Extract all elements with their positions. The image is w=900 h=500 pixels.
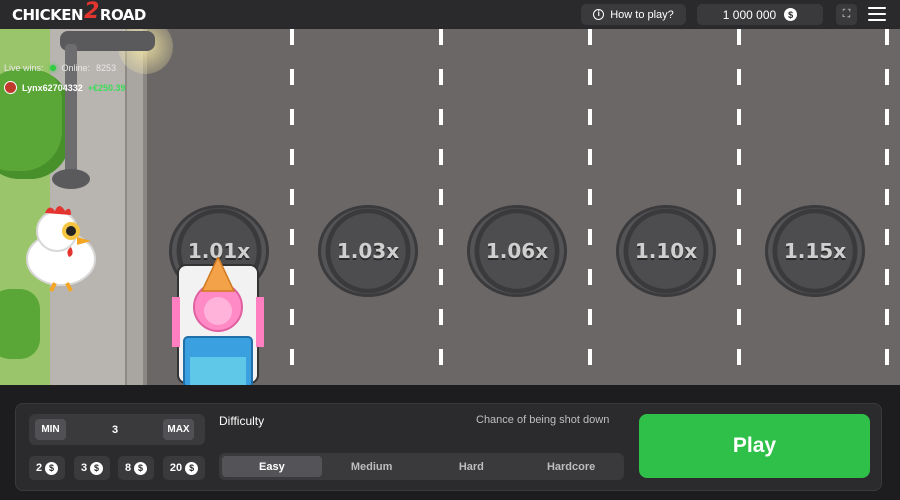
online-count: 8253: [96, 62, 117, 73]
difficulty-tab-easy[interactable]: Easy: [222, 456, 322, 477]
chance-label: Chance of being shot down: [476, 414, 610, 426]
street-lamp-base: [52, 169, 90, 189]
coin-icon: $: [45, 461, 59, 475]
ice-cream-truck: [172, 257, 264, 385]
bush: [0, 289, 40, 359]
difficulty-selector: Easy Medium Hard Hardcore: [219, 453, 624, 480]
logo-text-left: CHICKEN: [12, 5, 84, 24]
control-panel: MIN 3 MAX 2 $ 3 $ 8 $ 20 $ Difficulty Ch…: [15, 403, 882, 491]
quick-bet-button[interactable]: 3 $: [74, 456, 110, 480]
avatar: [4, 81, 17, 94]
fullscreen-icon: ⛶: [842, 8, 851, 20]
lane-divider: [439, 29, 443, 385]
quick-bet-button[interactable]: 20 $: [163, 456, 205, 480]
coin-icon: $: [784, 8, 798, 21]
curb: [143, 29, 147, 385]
difficulty-label: Difficulty: [219, 414, 265, 428]
live-wins-bar: Live wins: Online: 8253: [0, 59, 145, 76]
play-button[interactable]: Play: [639, 414, 870, 478]
balance-value: 1 000 000: [722, 7, 777, 22]
bet-amount-input[interactable]: 3: [69, 414, 161, 445]
multiplier-label: 1.10x: [634, 239, 698, 263]
manhole-lane-3[interactable]: 1.06x: [467, 205, 567, 297]
multiplier-label: 1.03x: [336, 239, 400, 263]
manhole-lane-2[interactable]: 1.03x: [318, 205, 418, 297]
quick-bet-value: 2: [35, 462, 43, 474]
info-icon: i: [593, 9, 605, 20]
bet-amount-box: MIN 3 MAX: [29, 414, 205, 445]
online-indicator-icon: [49, 64, 56, 71]
lane-divider: [588, 29, 592, 385]
fullscreen-button[interactable]: ⛶: [836, 4, 857, 25]
coin-icon: $: [185, 461, 199, 475]
menu-button[interactable]: [868, 7, 886, 21]
multiplier-label: 1.06x: [485, 239, 549, 263]
game-scene: 1.01x 1.03x 1.06x 1.10x 1.15x Live wins:: [0, 29, 900, 385]
game-logo: CHICKEN 2 ROAD: [12, 0, 146, 24]
online-label: Online:: [61, 62, 91, 73]
max-bet-button[interactable]: MAX: [163, 419, 194, 440]
difficulty-tab-medium[interactable]: Medium: [322, 456, 422, 477]
logo-text-right: ROAD: [99, 5, 146, 24]
lane-divider: [290, 29, 294, 385]
how-to-play-label: How to play?: [610, 8, 674, 21]
quick-bet-value: 20: [169, 462, 183, 474]
min-bet-button[interactable]: MIN: [35, 419, 66, 440]
menu-icon: [868, 7, 886, 9]
difficulty-tab-hard[interactable]: Hard: [422, 456, 522, 477]
quick-bet-button[interactable]: 8 $: [118, 456, 154, 480]
top-bar: CHICKEN 2 ROAD i How to play? 1 000 000 …: [0, 0, 900, 29]
quick-bet-value: 3: [80, 462, 88, 474]
quick-bet-button[interactable]: 2 $: [29, 456, 65, 480]
lane-divider: [885, 29, 889, 385]
multiplier-label: 1.15x: [783, 239, 847, 263]
win-amount: +€250.39: [87, 82, 126, 93]
coin-icon: $: [134, 461, 148, 475]
balance-display: 1 000 000 $: [697, 4, 823, 25]
recent-win: Lynx62704332 +€250.39: [0, 79, 126, 96]
manhole-lane-5[interactable]: 1.15x: [765, 205, 865, 297]
logo-number: 2: [84, 0, 99, 24]
chicken-character: [26, 206, 96, 292]
coin-icon: $: [90, 461, 104, 475]
manhole-lane-4[interactable]: 1.10x: [616, 205, 716, 297]
live-wins-label: Live wins:: [4, 62, 44, 73]
quick-bet-value: 8: [124, 462, 132, 474]
difficulty-tab-hardcore[interactable]: Hardcore: [521, 456, 621, 477]
winner-name: Lynx62704332: [22, 82, 83, 93]
lane-divider: [737, 29, 741, 385]
how-to-play-button[interactable]: i How to play?: [581, 4, 686, 25]
